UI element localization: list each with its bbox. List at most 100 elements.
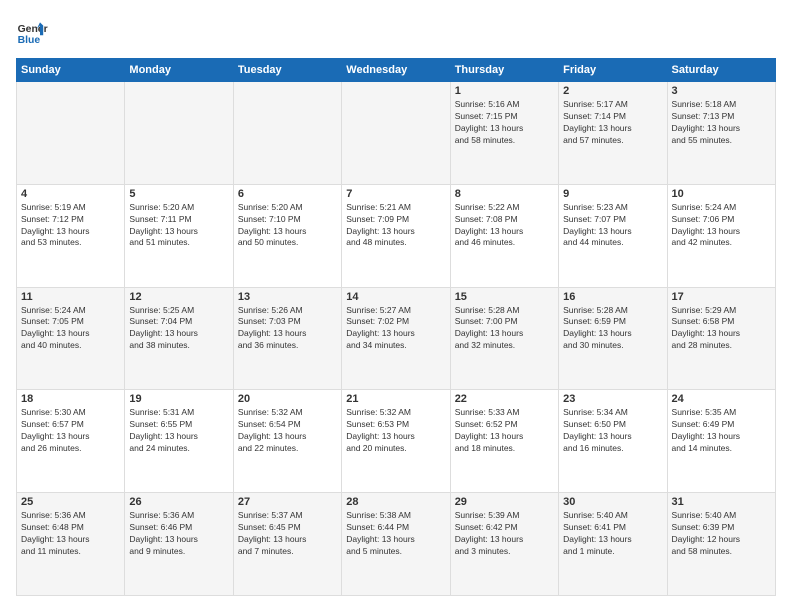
day-info: Sunrise: 5:30 AM Sunset: 6:57 PM Dayligh… — [21, 407, 120, 455]
calendar-cell: 3 Sunrise: 5:18 AM Sunset: 7:13 PM Daylig… — [667, 82, 775, 185]
day-info: Sunrise: 5:24 AM Sunset: 7:05 PM Dayligh… — [21, 305, 120, 353]
calendar-cell: 6 Sunrise: 5:20 AM Sunset: 7:10 PM Daylig… — [233, 184, 341, 287]
calendar-cell: 5Sunrise: 5:20 AM Sunset: 7:11 PM Daylig… — [125, 184, 233, 287]
day-header-sunday: Sunday — [17, 59, 125, 82]
calendar-cell: 12 Sunrise: 5:25 AM Sunset: 7:04 PM Dayli… — [125, 287, 233, 390]
calendar-cell: 15 Sunrise: 5:28 AM Sunset: 7:00 PM Dayli… — [450, 287, 558, 390]
day-number: 6 — [238, 188, 337, 200]
calendar-cell: 30Sunrise: 5:40 AM Sunset: 6:41 PM Dayli… — [559, 493, 667, 596]
day-number: 7 — [346, 188, 445, 200]
day-info: Sunrise: 5:39 AM Sunset: 6:42 PM Dayligh… — [455, 510, 554, 558]
day-number: 29 — [455, 496, 554, 508]
calendar-cell: 8 Sunrise: 5:22 AM Sunset: 7:08 PM Daylig… — [450, 184, 558, 287]
day-info: Sunrise: 5:24 AM Sunset: 7:06 PM Dayligh… — [672, 202, 771, 250]
calendar-cell: 25Sunrise: 5:36 AM Sunset: 6:48 PM Dayli… — [17, 493, 125, 596]
calendar-cell: 4 Sunrise: 5:19 AM Sunset: 7:12 PM Daylig… — [17, 184, 125, 287]
calendar-week-row: 1Sunrise: 5:16 AM Sunset: 7:15 PM Daylig… — [17, 82, 776, 185]
day-info: Sunrise: 5:28 AM Sunset: 6:59 PM Dayligh… — [563, 305, 662, 353]
day-number: 11 — [21, 291, 120, 303]
calendar-cell: 9Sunrise: 5:23 AM Sunset: 7:07 PM Daylig… — [559, 184, 667, 287]
day-number: 30 — [563, 496, 662, 508]
day-number: 13 — [238, 291, 337, 303]
day-info: Sunrise: 5:25 AM Sunset: 7:04 PM Dayligh… — [129, 305, 228, 353]
calendar-cell: 13 Sunrise: 5:26 AM Sunset: 7:03 PM Dayli… — [233, 287, 341, 390]
day-number: 5 — [129, 188, 228, 200]
day-info: Sunrise: 5:36 AM Sunset: 6:46 PM Dayligh… — [129, 510, 228, 558]
calendar-cell: 21Sunrise: 5:32 AM Sunset: 6:53 PM Dayli… — [342, 390, 450, 493]
calendar-cell: 17Sunrise: 5:29 AM Sunset: 6:58 PM Dayli… — [667, 287, 775, 390]
day-header-monday: Monday — [125, 59, 233, 82]
day-number: 12 — [129, 291, 228, 303]
day-number: 2 — [563, 85, 662, 97]
day-info: Sunrise: 5:27 AM Sunset: 7:02 PM Dayligh… — [346, 305, 445, 353]
day-header-friday: Friday — [559, 59, 667, 82]
day-number: 15 — [455, 291, 554, 303]
day-number: 31 — [672, 496, 771, 508]
calendar-cell: 28Sunrise: 5:38 AM Sunset: 6:44 PM Dayli… — [342, 493, 450, 596]
calendar-cell: 14Sunrise: 5:27 AM Sunset: 7:02 PM Dayli… — [342, 287, 450, 390]
calendar-cell: 16Sunrise: 5:28 AM Sunset: 6:59 PM Dayli… — [559, 287, 667, 390]
day-info: Sunrise: 5:22 AM Sunset: 7:08 PM Dayligh… — [455, 202, 554, 250]
calendar-cell: 29 Sunrise: 5:39 AM Sunset: 6:42 PM Dayli… — [450, 493, 558, 596]
day-number: 8 — [455, 188, 554, 200]
day-info: Sunrise: 5:36 AM Sunset: 6:48 PM Dayligh… — [21, 510, 120, 558]
calendar-cell — [125, 82, 233, 185]
day-info: Sunrise: 5:26 AM Sunset: 7:03 PM Dayligh… — [238, 305, 337, 353]
logo-icon: General Blue — [16, 16, 48, 48]
day-info: Sunrise: 5:34 AM Sunset: 6:50 PM Dayligh… — [563, 407, 662, 455]
day-number: 9 — [563, 188, 662, 200]
day-header-thursday: Thursday — [450, 59, 558, 82]
day-number: 17 — [672, 291, 771, 303]
calendar-header-row: SundayMondayTuesdayWednesdayThursdayFrid… — [17, 59, 776, 82]
day-number: 3 — [672, 85, 771, 97]
calendar-body: 1Sunrise: 5:16 AM Sunset: 7:15 PM Daylig… — [17, 82, 776, 596]
calendar-cell — [342, 82, 450, 185]
calendar-cell: 22Sunrise: 5:33 AM Sunset: 6:52 PM Dayli… — [450, 390, 558, 493]
day-info: Sunrise: 5:37 AM Sunset: 6:45 PM Dayligh… — [238, 510, 337, 558]
day-info: Sunrise: 5:17 AM Sunset: 7:14 PM Dayligh… — [563, 99, 662, 147]
calendar-cell: 27 Sunrise: 5:37 AM Sunset: 6:45 PM Dayli… — [233, 493, 341, 596]
day-info: Sunrise: 5:18 AM Sunset: 7:13 PM Dayligh… — [672, 99, 771, 147]
day-info: Sunrise: 5:16 AM Sunset: 7:15 PM Dayligh… — [455, 99, 554, 147]
calendar-cell — [17, 82, 125, 185]
day-number: 26 — [129, 496, 228, 508]
calendar-week-row: 11 Sunrise: 5:24 AM Sunset: 7:05 PM Dayli… — [17, 287, 776, 390]
day-info: Sunrise: 5:28 AM Sunset: 7:00 PM Dayligh… — [455, 305, 554, 353]
calendar-cell: 23 Sunrise: 5:34 AM Sunset: 6:50 PM Dayli… — [559, 390, 667, 493]
day-info: Sunrise: 5:19 AM Sunset: 7:12 PM Dayligh… — [21, 202, 120, 250]
day-number: 27 — [238, 496, 337, 508]
calendar-week-row: 4 Sunrise: 5:19 AM Sunset: 7:12 PM Daylig… — [17, 184, 776, 287]
svg-text:General: General — [18, 24, 48, 35]
page-header: General Blue — [16, 16, 776, 48]
day-info: Sunrise: 5:31 AM Sunset: 6:55 PM Dayligh… — [129, 407, 228, 455]
calendar-cell: 31 Sunrise: 5:40 AM Sunset: 6:39 PM Dayli… — [667, 493, 775, 596]
calendar-week-row: 25Sunrise: 5:36 AM Sunset: 6:48 PM Dayli… — [17, 493, 776, 596]
day-number: 18 — [21, 393, 120, 405]
day-number: 19 — [129, 393, 228, 405]
calendar-cell: 18 Sunrise: 5:30 AM Sunset: 6:57 PM Dayli… — [17, 390, 125, 493]
day-number: 22 — [455, 393, 554, 405]
logo: General Blue — [16, 16, 48, 48]
day-number: 24 — [672, 393, 771, 405]
calendar-cell: 19 Sunrise: 5:31 AM Sunset: 6:55 PM Dayli… — [125, 390, 233, 493]
day-info: Sunrise: 5:32 AM Sunset: 6:54 PM Dayligh… — [238, 407, 337, 455]
calendar-cell: 2 Sunrise: 5:17 AM Sunset: 7:14 PM Daylig… — [559, 82, 667, 185]
day-number: 4 — [21, 188, 120, 200]
day-header-wednesday: Wednesday — [342, 59, 450, 82]
calendar-week-row: 18 Sunrise: 5:30 AM Sunset: 6:57 PM Dayli… — [17, 390, 776, 493]
day-info: Sunrise: 5:38 AM Sunset: 6:44 PM Dayligh… — [346, 510, 445, 558]
day-info: Sunrise: 5:32 AM Sunset: 6:53 PM Dayligh… — [346, 407, 445, 455]
day-info: Sunrise: 5:40 AM Sunset: 6:39 PM Dayligh… — [672, 510, 771, 558]
calendar-cell — [233, 82, 341, 185]
calendar-cell: 24Sunrise: 5:35 AM Sunset: 6:49 PM Dayli… — [667, 390, 775, 493]
calendar-cell: 26 Sunrise: 5:36 AM Sunset: 6:46 PM Dayli… — [125, 493, 233, 596]
day-number: 20 — [238, 393, 337, 405]
calendar-cell: 11 Sunrise: 5:24 AM Sunset: 7:05 PM Dayli… — [17, 287, 125, 390]
day-info: Sunrise: 5:20 AM Sunset: 7:10 PM Dayligh… — [238, 202, 337, 250]
day-header-tuesday: Tuesday — [233, 59, 341, 82]
day-info: Sunrise: 5:21 AM Sunset: 7:09 PM Dayligh… — [346, 202, 445, 250]
day-number: 23 — [563, 393, 662, 405]
svg-text:Blue: Blue — [18, 35, 41, 46]
day-header-saturday: Saturday — [667, 59, 775, 82]
calendar-cell: 7 Sunrise: 5:21 AM Sunset: 7:09 PM Daylig… — [342, 184, 450, 287]
